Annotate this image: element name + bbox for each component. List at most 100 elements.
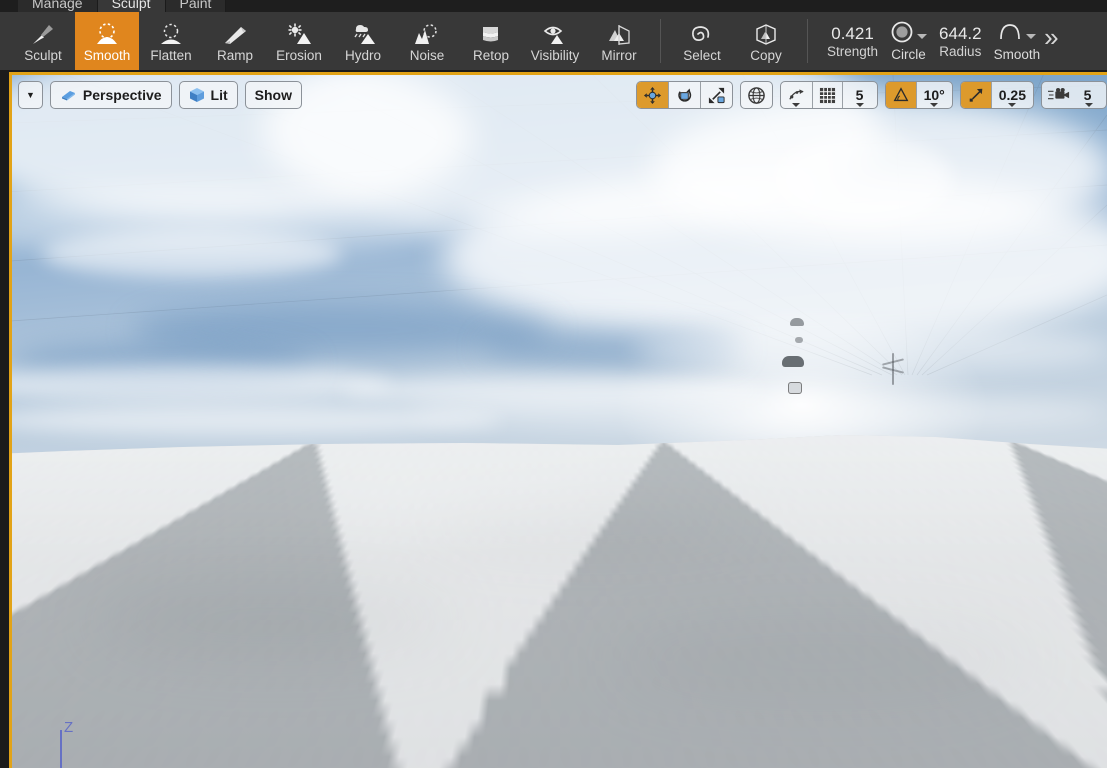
flatten-dome-icon: [158, 21, 184, 47]
camera-speed-value[interactable]: 5: [1072, 82, 1106, 108]
ramp-wedge-icon: [221, 21, 249, 47]
action-label: Select: [683, 48, 721, 63]
brush-strength-value: 0.421: [831, 23, 874, 43]
brush-strength-field[interactable]: 0.421 Strength: [817, 12, 888, 70]
surface-snap-icon: [787, 86, 806, 105]
perspective-camera-icon: [60, 88, 77, 103]
tool-label: Flatten: [150, 48, 192, 63]
chevron-down-icon[interactable]: [930, 103, 939, 107]
z-axis-label: Z: [64, 719, 74, 736]
camera-mode-label: Perspective: [82, 87, 162, 103]
camera-speed-icon: [1048, 87, 1070, 103]
tool-label: Visibility: [530, 48, 580, 63]
lit-cube-icon: [189, 87, 205, 103]
terrain-shadow: [612, 615, 1032, 705]
tool-hydro[interactable]: Hydro: [331, 12, 395, 70]
tool-flatten[interactable]: Flatten: [139, 12, 203, 70]
erosion-sun-icon: [285, 21, 313, 47]
rotation-snap-button[interactable]: [885, 82, 917, 108]
level-viewport-wrapper: Z ▼ Perspective Lit Show 5 10° 0.25 5: [0, 70, 1107, 768]
chevron-down-icon[interactable]: [917, 33, 928, 39]
cloud: [772, 135, 952, 225]
tool-visibility[interactable]: Visibility: [523, 12, 587, 70]
action-select[interactable]: Select: [670, 12, 734, 70]
scale-snap-value[interactable]: 0.25: [992, 82, 1033, 108]
falloff-smooth-icon: [997, 20, 1023, 44]
toolbar-separator-2: [807, 19, 808, 63]
select-lasso-icon: [688, 21, 716, 47]
brush-shape-dropdown[interactable]: Circle: [888, 12, 929, 70]
mirror-icon: [605, 21, 633, 47]
tool-label: Erosion: [276, 48, 322, 63]
chevron-down-icon[interactable]: [1026, 33, 1037, 39]
tool-label: Mirror: [601, 48, 637, 63]
tool-label: Hydro: [344, 48, 381, 63]
brush-radius-field[interactable]: 644.2 Radius: [929, 12, 992, 70]
level-viewport[interactable]: Z ▼ Perspective Lit Show 5 10° 0.25 5: [12, 75, 1107, 768]
rotate-gizmo-icon: [675, 86, 694, 105]
viewport-options-button[interactable]: ▼: [18, 81, 43, 109]
distant-object: [795, 337, 803, 343]
camera-speed-value-label: 5: [1083, 87, 1092, 103]
tool-smooth[interactable]: Smooth: [75, 12, 139, 70]
show-menu-label: Show: [254, 87, 292, 103]
tool-label: Smooth: [83, 48, 131, 63]
scale-gizmo-icon: [707, 86, 726, 105]
brush-radius-label: Radius: [939, 43, 982, 59]
hydro-rain-icon: [349, 21, 377, 47]
grid-snap-value-label: 5: [855, 87, 864, 103]
brush-circle-icon: [890, 20, 914, 44]
brush-falloff-label: Smooth: [993, 46, 1041, 62]
tool-label: Sculpt: [24, 48, 62, 63]
chevron-down-icon[interactable]: [855, 103, 864, 107]
distant-object: [790, 318, 804, 326]
scale-tool-button[interactable]: [701, 82, 732, 108]
show-menu-button[interactable]: Show: [244, 81, 302, 109]
tool-erosion[interactable]: Erosion: [267, 12, 331, 70]
camera-speed-group: 5: [1041, 81, 1107, 109]
z-axis-line: [60, 730, 62, 768]
tool-mirror[interactable]: Mirror: [587, 12, 651, 70]
translate-tool-button[interactable]: [636, 82, 669, 108]
rotation-snap-group: 10°: [884, 81, 953, 109]
brush-shape-label: Circle: [891, 46, 926, 62]
brush-falloff-dropdown[interactable]: Smooth: [992, 12, 1043, 70]
brush-radius-value: 644.2: [939, 23, 982, 43]
surface-snap-button[interactable]: [781, 82, 813, 108]
landscape-terrain[interactable]: [12, 435, 1107, 768]
action-label: Copy: [750, 48, 782, 63]
scale-snap-button[interactable]: [960, 82, 992, 108]
tool-noise[interactable]: Noise: [395, 12, 459, 70]
chevron-down-icon[interactable]: [1008, 103, 1017, 107]
transform-tools-group: [635, 81, 733, 109]
chevron-down-icon: ▼: [26, 89, 35, 100]
coordinate-system-group: [739, 81, 773, 109]
tool-ramp[interactable]: Ramp: [203, 12, 267, 70]
camera-speed-button[interactable]: [1042, 82, 1072, 108]
rotation-snap-icon: [892, 86, 910, 104]
camera-mode-button[interactable]: Perspective: [49, 81, 172, 109]
terrain-distance-fog: [12, 435, 1107, 555]
view-mode-button[interactable]: Lit: [178, 81, 238, 109]
coordinate-system-button[interactable]: [741, 82, 772, 108]
action-copy[interactable]: Copy: [734, 12, 798, 70]
viewport-axis-gizmo: Z: [50, 719, 90, 768]
view-mode-label: Lit: [210, 87, 228, 103]
toolbar-overflow-button[interactable]: »: [1042, 12, 1059, 70]
scale-snap-icon: [967, 86, 985, 104]
rotate-tool-button[interactable]: [669, 82, 701, 108]
rotation-snap-value[interactable]: 10°: [917, 82, 952, 108]
terrain-shadow: [92, 585, 452, 655]
tool-retopologize[interactable]: Retop: [459, 12, 523, 70]
chevron-down-icon[interactable]: [1085, 103, 1093, 107]
toolbar-separator-1: [660, 19, 661, 63]
grid-snap-icon: [819, 87, 836, 104]
grid-snap-value[interactable]: 5: [843, 82, 877, 108]
world-globe-icon: [747, 86, 766, 105]
tool-label: Ramp: [216, 48, 253, 63]
chevron-down-icon[interactable]: [792, 103, 801, 107]
grid-snap-button[interactable]: [813, 82, 843, 108]
tool-sculpt[interactable]: Sculpt: [11, 12, 75, 70]
snapping-group: 5: [779, 81, 878, 109]
copy-cube-icon: [752, 21, 780, 47]
